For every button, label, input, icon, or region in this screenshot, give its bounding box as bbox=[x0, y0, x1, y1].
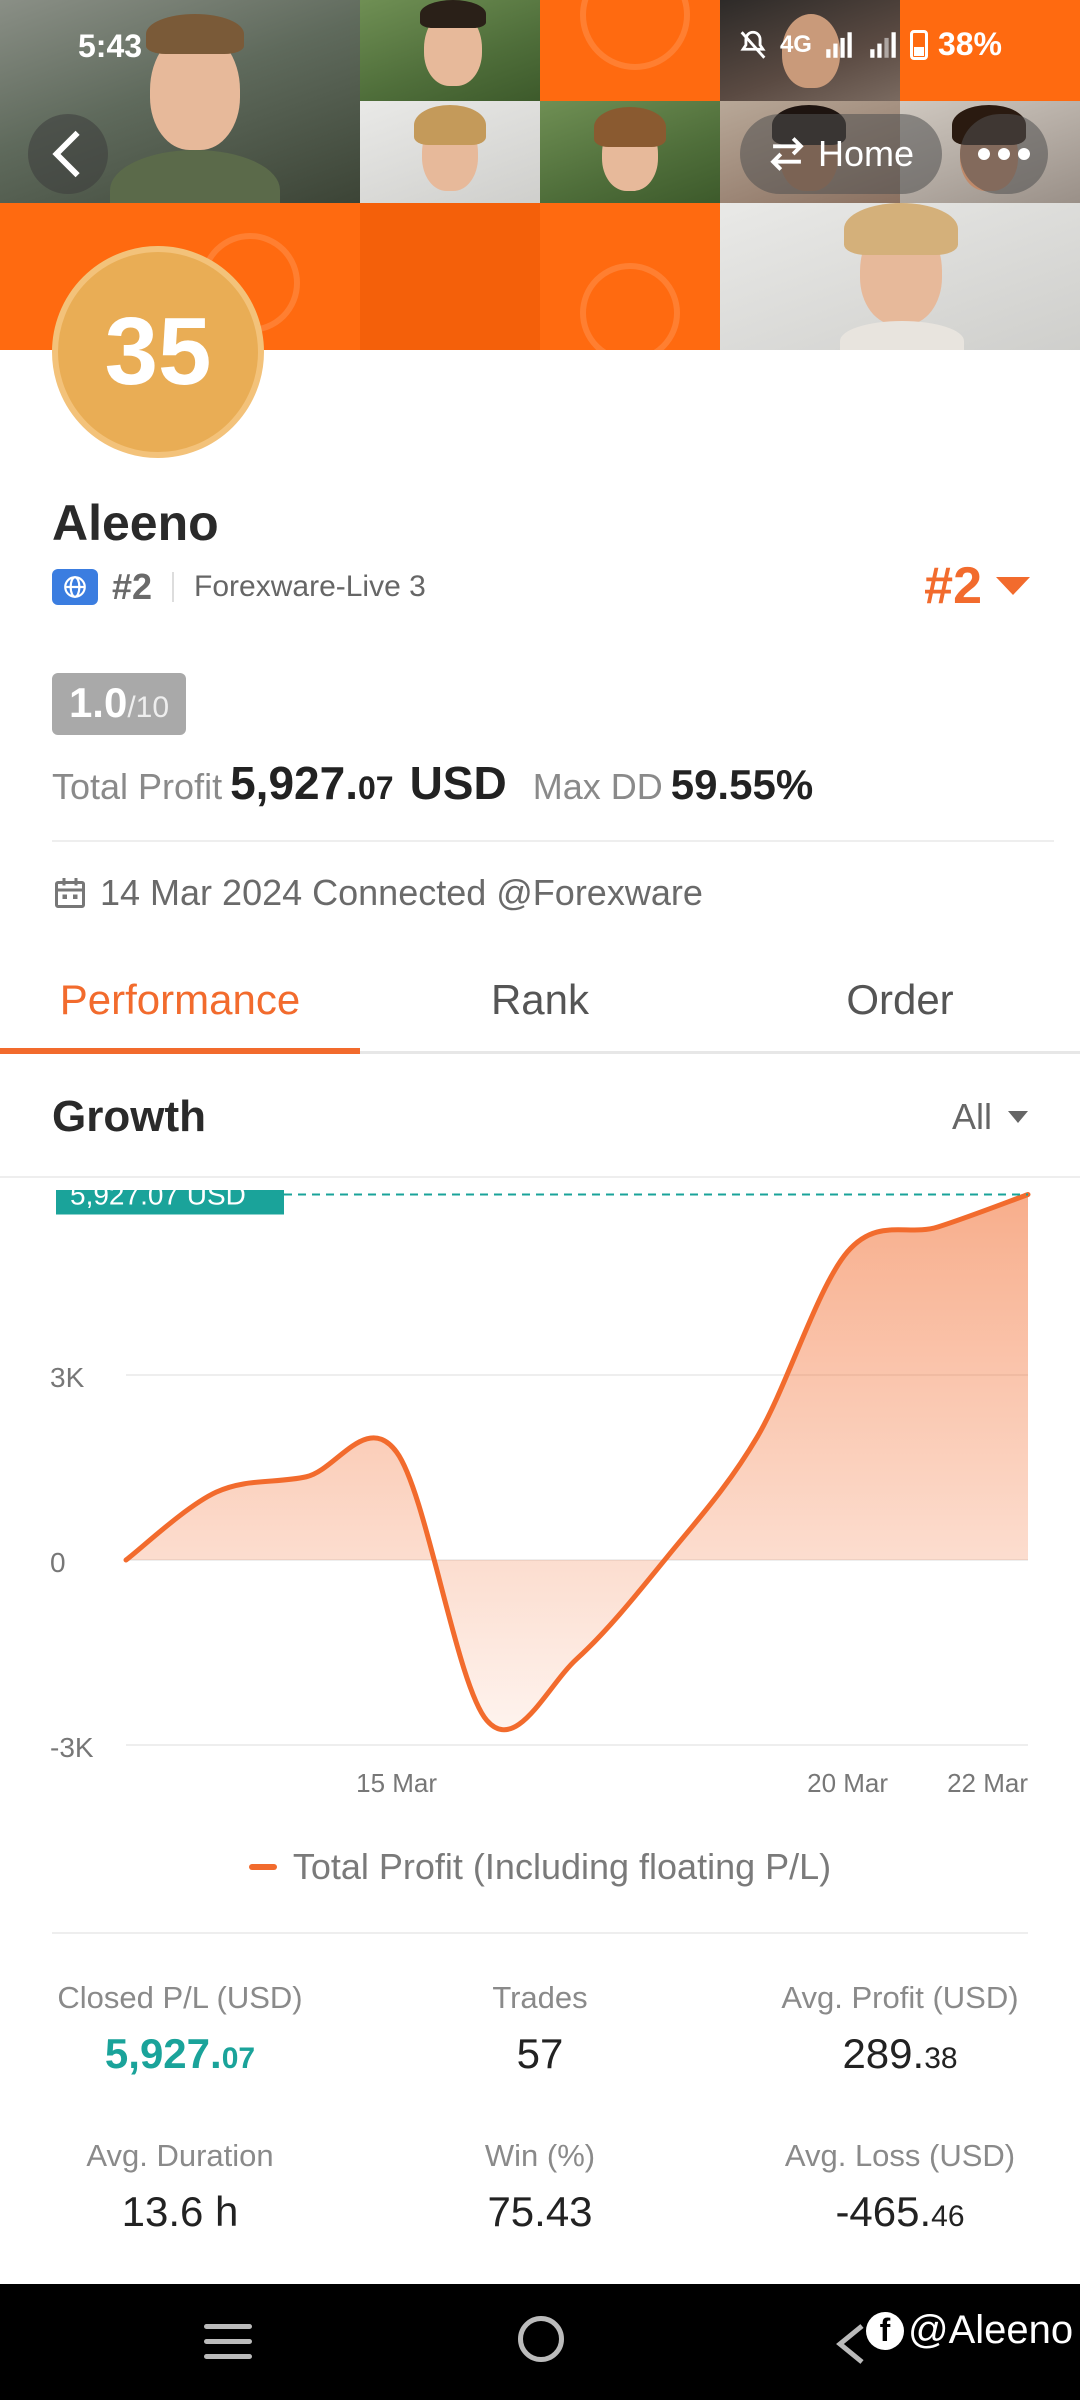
y-tick-label: -3K bbox=[50, 1732, 94, 1763]
trader-photo bbox=[540, 101, 720, 203]
score-max: /10 bbox=[127, 691, 170, 724]
stat-label: Closed P/L (USD) bbox=[57, 1980, 303, 2015]
profit-summary: Total Profit 5,927. 07 USD Max DD 59.55% bbox=[52, 756, 813, 810]
network-type: 4G bbox=[779, 30, 812, 58]
home-nav-button[interactable] bbox=[518, 2316, 564, 2362]
growth-chart: 3K 0 -3K 5,927.07 USD 15 Mar 20 Mar 22 Mar bbox=[50, 1190, 1031, 1798]
connected-text: 14 Mar 2024 Connected @Forexware bbox=[100, 872, 703, 913]
current-value-label: 5,927.07 USD bbox=[70, 1190, 246, 1210]
stat-value-int: 289. bbox=[842, 2030, 925, 2077]
status-bar: 5:43 4G 38% bbox=[0, 0, 1080, 90]
score-badge: 1.0 /10 bbox=[52, 673, 186, 735]
calendar-icon bbox=[55, 878, 85, 908]
tab-order[interactable]: Order bbox=[720, 966, 1080, 1051]
stat-win: Win (%) 75.43 bbox=[380, 2138, 700, 2236]
battery-icon bbox=[909, 29, 928, 60]
x-tick-label: 20 Mar bbox=[807, 1768, 888, 1798]
back-button[interactable] bbox=[28, 114, 108, 194]
recent-apps-button[interactable] bbox=[204, 2324, 252, 2360]
tab-rank[interactable]: Rank bbox=[360, 966, 720, 1051]
rank-selector[interactable]: #2 bbox=[924, 556, 1030, 616]
max-dd-label: Max DD bbox=[532, 766, 663, 807]
stat-value-int: -465. bbox=[835, 2188, 932, 2235]
rank-value: #2 bbox=[924, 557, 982, 615]
trader-meta: #2 Forexware-Live 3 bbox=[52, 566, 426, 608]
divider bbox=[0, 1176, 1080, 1178]
pattern-tile bbox=[360, 203, 540, 350]
system-nav-bar: f @Aleeno bbox=[0, 2284, 1080, 2400]
score-value: 1.0 bbox=[68, 679, 128, 726]
growth-filter-value: All bbox=[951, 1096, 992, 1137]
watermark: f @Aleeno bbox=[866, 2308, 1073, 2353]
stat-avg-profit: Avg. Profit (USD) 289.38 bbox=[740, 1980, 1060, 2078]
x-tick-label: 15 Mar bbox=[356, 1768, 437, 1798]
total-profit-int: 5,927. bbox=[230, 757, 358, 809]
chart-legend: Total Profit (Including floating P/L) bbox=[0, 1846, 1080, 1888]
stat-trades: Trades 57 bbox=[380, 1980, 700, 2078]
back-nav-icon[interactable] bbox=[836, 2324, 866, 2364]
level-badge: 35 bbox=[52, 246, 264, 458]
max-dd-value: 59.55% bbox=[670, 761, 814, 808]
x-tick-label: 22 Mar bbox=[947, 1768, 1028, 1798]
battery-level: 38% bbox=[937, 26, 1002, 62]
stat-value-int: 5,927. bbox=[104, 2030, 222, 2077]
growth-title: Growth bbox=[52, 1092, 206, 1141]
stat-value-dec: 38 bbox=[924, 2042, 958, 2075]
pattern-tile bbox=[540, 203, 720, 350]
dot bbox=[1018, 148, 1030, 160]
divider bbox=[172, 572, 175, 602]
stat-closed-pl: Closed P/L (USD) 5,927.07 bbox=[20, 1980, 340, 2078]
server-name: Forexware-Live 3 bbox=[194, 570, 426, 603]
home-button-label: Home bbox=[817, 133, 915, 174]
stat-label: Avg. Loss (USD) bbox=[784, 2138, 1016, 2173]
dot bbox=[998, 148, 1010, 160]
stat-value: -465.46 bbox=[740, 2188, 1060, 2236]
y-tick-label: 3K bbox=[50, 1362, 85, 1393]
stat-value-dec: 46 bbox=[931, 2200, 965, 2233]
total-profit-dec: 07 bbox=[357, 770, 394, 806]
status-time: 5:43 bbox=[78, 28, 143, 64]
caret-down-icon bbox=[996, 577, 1030, 595]
swap-icon bbox=[770, 137, 804, 171]
stat-label: Trades bbox=[492, 1980, 588, 2015]
trader-name: Aleeno bbox=[52, 495, 219, 551]
stat-value: 13.6 h bbox=[121, 2188, 239, 2235]
total-profit-unit: USD bbox=[409, 757, 507, 809]
stat-value: 289.38 bbox=[740, 2030, 1060, 2078]
legend-swatch bbox=[248, 1864, 277, 1870]
stat-value: 57 bbox=[516, 2030, 564, 2077]
growth-filter-dropdown[interactable]: All bbox=[952, 1096, 1028, 1138]
y-tick-label: 0 bbox=[50, 1547, 66, 1578]
trader-photo bbox=[720, 203, 1080, 350]
trader-photo bbox=[360, 101, 540, 203]
divider bbox=[52, 840, 1054, 842]
tab-bar: Performance Rank Order bbox=[0, 966, 1080, 1054]
stat-label: Avg. Duration bbox=[86, 2138, 274, 2173]
connection-info: 14 Mar 2024 Connected @Forexware bbox=[52, 872, 703, 914]
stat-value: 5,927.07 bbox=[20, 2030, 340, 2078]
dot bbox=[978, 148, 990, 160]
signal-icon bbox=[826, 31, 852, 58]
caret-down-icon bbox=[1008, 1111, 1028, 1123]
more-options-button[interactable] bbox=[960, 114, 1048, 194]
watermark-text: @Aleeno bbox=[908, 2308, 1074, 2352]
divider bbox=[52, 1932, 1028, 1934]
profit-area bbox=[126, 1194, 1028, 1730]
stat-avg-duration: Avg. Duration 13.6 h bbox=[20, 2138, 340, 2236]
chevron-left-icon bbox=[52, 130, 80, 178]
signal-icon bbox=[870, 31, 896, 58]
stat-avg-loss: Avg. Loss (USD) -465.46 bbox=[740, 2138, 1060, 2236]
stat-label: Avg. Profit (USD) bbox=[781, 1980, 1019, 2015]
stat-value-dec: 07 bbox=[221, 2042, 256, 2075]
mute-icon bbox=[740, 30, 766, 59]
global-rank: #2 bbox=[112, 566, 153, 607]
home-button[interactable]: Home bbox=[740, 114, 942, 194]
globe-icon bbox=[52, 569, 98, 605]
tab-performance[interactable]: Performance bbox=[0, 966, 360, 1054]
stat-label: Win (%) bbox=[484, 2138, 596, 2173]
total-profit-label: Total Profit bbox=[52, 766, 223, 807]
legend-label: Total Profit (Including floating P/L) bbox=[292, 1846, 832, 1887]
stat-value: 75.43 bbox=[487, 2188, 593, 2235]
facebook-icon: f bbox=[866, 2311, 904, 2350]
